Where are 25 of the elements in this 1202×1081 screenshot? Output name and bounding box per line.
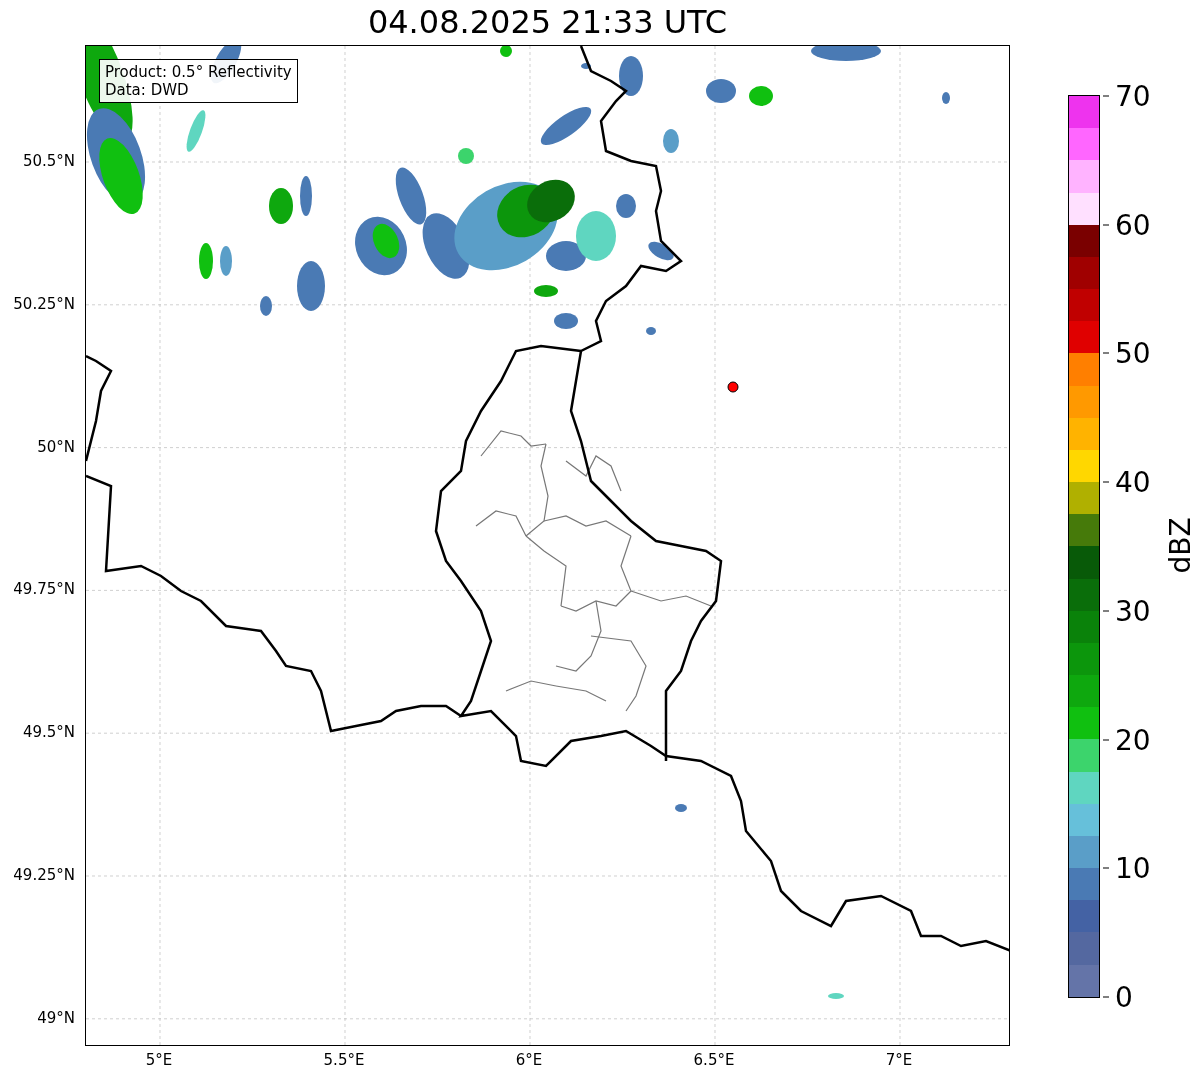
- colorbar-tick-label: 70: [1103, 79, 1151, 113]
- colorbar-tick-label: 20: [1103, 723, 1151, 757]
- latitude-label: 49.75°N: [13, 580, 75, 599]
- longitude-label: 6.5°E: [693, 1051, 735, 1069]
- colorbar-label: dBZ: [1163, 517, 1197, 574]
- colorbar-tick-label: 30: [1103, 594, 1151, 628]
- latitude-label: 49°N: [37, 1008, 75, 1027]
- longitude-label: 7°E: [885, 1051, 913, 1069]
- latitude-label: 50°N: [37, 437, 75, 456]
- colorbar-tick-label: 10: [1103, 851, 1151, 885]
- latitude-label: 50.5°N: [22, 152, 75, 170]
- colorbar-tick-label: 60: [1103, 208, 1151, 242]
- chart-title: 04.08.2025 21:33 UTC: [366, 2, 729, 43]
- colorbar-tick-label: 40: [1103, 465, 1151, 499]
- colorbar-tick-label: 0: [1103, 980, 1133, 1014]
- colorbar-tick-label: 50: [1103, 336, 1151, 370]
- radar-site-marker: [727, 381, 739, 393]
- latitude-label: 50.25°N: [13, 294, 75, 313]
- legend-text: Product: 0.5° Reflectivity: [105, 63, 292, 81]
- latitude-label: 49.25°N: [13, 866, 75, 884]
- longitude-label: 5.5°E: [323, 1051, 365, 1069]
- longitude-label: 6°E: [515, 1051, 543, 1069]
- legend-text: Data: DWD: [105, 81, 190, 99]
- latitude-label: 49.5°N: [22, 723, 75, 742]
- longitude-label: 5°E: [145, 1051, 173, 1069]
